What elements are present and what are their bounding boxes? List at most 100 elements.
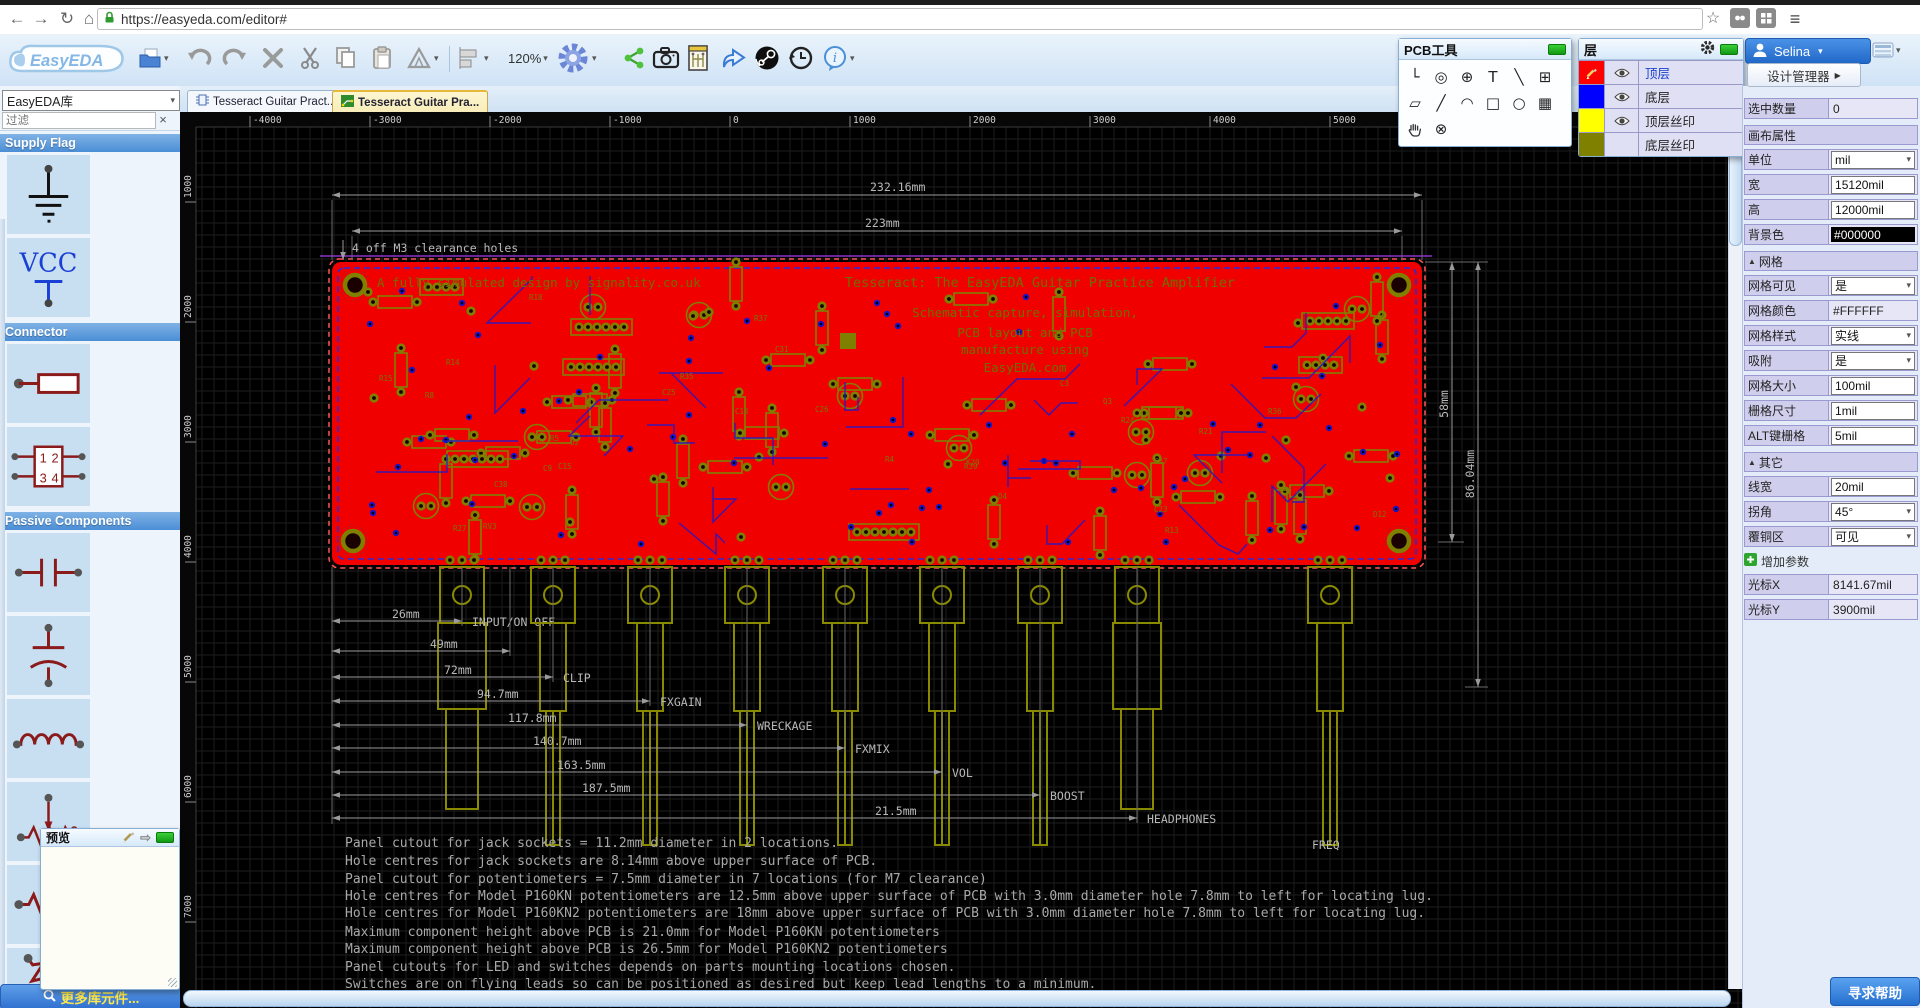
tool-line[interactable]: ╲: [1506, 65, 1532, 89]
property-select[interactable]: mil▾: [1831, 151, 1915, 169]
tool-via[interactable]: ⊕: [1454, 65, 1480, 89]
address-bar[interactable]: https://easyeda.com/editor#: [97, 8, 1703, 30]
drafting-tools-button[interactable]: ▾: [406, 42, 439, 74]
color-swatch[interactable]: #000000: [1831, 227, 1915, 242]
tool-circle[interactable]: ○: [1506, 91, 1532, 115]
zoom-select[interactable]: 120%▾: [508, 42, 548, 74]
tool-rect[interactable]: □: [1480, 91, 1506, 115]
property-input[interactable]: 15120mil: [1831, 176, 1915, 194]
tab-schematic[interactable]: Tesseract Guitar Pract...: [187, 90, 345, 112]
browser-reload-button[interactable]: ↻: [56, 8, 78, 30]
component-inductor[interactable]: [7, 699, 90, 778]
component-connector-2pin[interactable]: [7, 344, 90, 423]
property-select[interactable]: 实线▾: [1831, 327, 1915, 345]
close-icon[interactable]: ×: [155, 112, 171, 128]
design-manager-button[interactable]: 设计管理器▶: [1747, 63, 1861, 87]
share-icon[interactable]: [622, 42, 646, 74]
browser-extension-icon[interactable]: [1730, 8, 1750, 28]
property-input[interactable]: 12000mil: [1831, 201, 1915, 219]
snapshot-camera-icon[interactable]: [652, 42, 680, 74]
browser-apps-icon[interactable]: [1756, 8, 1776, 28]
layer-visibility-eye-icon[interactable]: [1604, 109, 1639, 132]
layer-row[interactable]: 底层: [1579, 84, 1743, 108]
component-gnd[interactable]: [7, 155, 90, 234]
tool-hole[interactable]: ⊗: [1428, 117, 1454, 141]
component-vcc[interactable]: VCC: [7, 238, 90, 317]
browser-back-button[interactable]: ←: [6, 8, 28, 30]
tool-dimension[interactable]: ⊞: [1532, 65, 1558, 89]
layer-visibility-eye-icon[interactable]: [1604, 133, 1639, 156]
layer-color-swatch[interactable]: [1579, 109, 1604, 132]
place-arrow-icon[interactable]: ⇨: [140, 830, 151, 846]
component-capacitor-polarized[interactable]: [7, 616, 90, 695]
redo-icon[interactable]: [222, 42, 248, 74]
browser-forward-button[interactable]: →: [30, 8, 52, 30]
layer-row[interactable]: 顶层: [1579, 60, 1743, 84]
property-section-header[interactable]: ▲网格: [1744, 251, 1918, 271]
copy-icon[interactable]: [334, 42, 358, 74]
user-account-button[interactable]: Selina▾: [1745, 38, 1871, 64]
property-section-header[interactable]: 画布属性: [1744, 125, 1918, 145]
layer-color-swatch[interactable]: [1579, 133, 1604, 156]
property-input[interactable]: 5mil: [1831, 427, 1915, 445]
tool-drag[interactable]: [1402, 117, 1428, 141]
tool-copper-area[interactable]: ▱: [1402, 91, 1428, 115]
tool-arc[interactable]: ◠: [1454, 91, 1480, 115]
property-select[interactable]: 是▾: [1831, 352, 1915, 370]
easyeda-logo[interactable]: EasyEDA: [6, 41, 128, 84]
svg-text:FXMIX: FXMIX: [855, 742, 890, 756]
bookmark-star-icon[interactable]: ☆: [1702, 8, 1724, 30]
property-select[interactable]: 45°▾: [1831, 503, 1915, 521]
add-parameter-button[interactable]: 增加参数: [1744, 552, 1918, 570]
section-header[interactable]: Supply Flag: [0, 134, 180, 152]
layer-settings-gear-icon[interactable]: [1700, 40, 1715, 58]
browser-menu-icon[interactable]: ≡: [1784, 8, 1806, 30]
minimize-button[interactable]: [1548, 44, 1566, 55]
cut-icon[interactable]: [298, 42, 322, 74]
help-button[interactable]: 寻求帮助: [1830, 977, 1920, 1006]
tool-pad[interactable]: ◎: [1428, 65, 1454, 89]
filter-input[interactable]: [2, 112, 156, 129]
open-document-button[interactable]: ▾: [138, 42, 169, 74]
property-input[interactable]: 1mil: [1831, 402, 1915, 420]
minimize-button[interactable]: [156, 832, 174, 843]
property-select[interactable]: 是▾: [1831, 277, 1915, 295]
property-select[interactable]: 可见▾: [1831, 528, 1915, 546]
tab-pcb[interactable]: Tesseract Guitar Pra...: [332, 90, 488, 113]
canvas-horizontal-scrollbar[interactable]: [183, 990, 1731, 1007]
layer-row[interactable]: 顶层丝印: [1579, 108, 1743, 132]
tool-text[interactable]: T: [1480, 65, 1506, 89]
tool-measure[interactable]: ╱: [1428, 91, 1454, 115]
layer-visibility-eye-icon[interactable]: [1604, 61, 1639, 84]
property-input[interactable]: 100mil: [1831, 377, 1915, 395]
pcb-canvas[interactable]: R37R36R5R4C25C26C27R14R15R18R13C9C13R21R…: [180, 112, 1742, 1008]
component-capacitor[interactable]: [7, 533, 90, 612]
library-select[interactable]: EasyEDA库▾: [2, 90, 180, 111]
layer-color-swatch[interactable]: [1579, 61, 1604, 84]
history-clock-icon[interactable]: [788, 42, 814, 74]
sidebar-scrollbar[interactable]: [0, 219, 5, 1008]
layer-row[interactable]: 底层丝印: [1579, 132, 1743, 156]
component-header-2x2[interactable]: 1234: [7, 427, 90, 506]
edit-pencil-icon[interactable]: [122, 830, 135, 846]
section-header[interactable]: Passive Components: [0, 512, 180, 530]
export-share-icon[interactable]: [720, 42, 746, 74]
property-input[interactable]: 20mil: [1831, 478, 1915, 496]
paste-icon[interactable]: [370, 42, 394, 74]
resize-handle[interactable]: [168, 978, 177, 987]
info-button[interactable]: i▾: [822, 42, 855, 74]
delete-icon[interactable]: [262, 42, 284, 74]
tool-group[interactable]: ▦: [1532, 91, 1558, 115]
layer-visibility-eye-icon[interactable]: [1604, 85, 1639, 108]
settings-gear-button[interactable]: ▾: [556, 42, 597, 74]
pcb-photo-view-icon[interactable]: [686, 42, 710, 74]
undo-icon[interactable]: [186, 42, 212, 74]
section-header[interactable]: Connector: [0, 323, 180, 341]
panel-view-button[interactable]: ▾: [1872, 40, 1901, 60]
layer-color-swatch[interactable]: [1579, 85, 1604, 108]
steam-icon[interactable]: [754, 42, 780, 74]
minimize-button[interactable]: [1720, 44, 1738, 55]
tool-track[interactable]: └: [1402, 65, 1428, 89]
property-section-header[interactable]: ▲其它: [1744, 452, 1918, 472]
align-button[interactable]: ▾: [458, 42, 489, 74]
